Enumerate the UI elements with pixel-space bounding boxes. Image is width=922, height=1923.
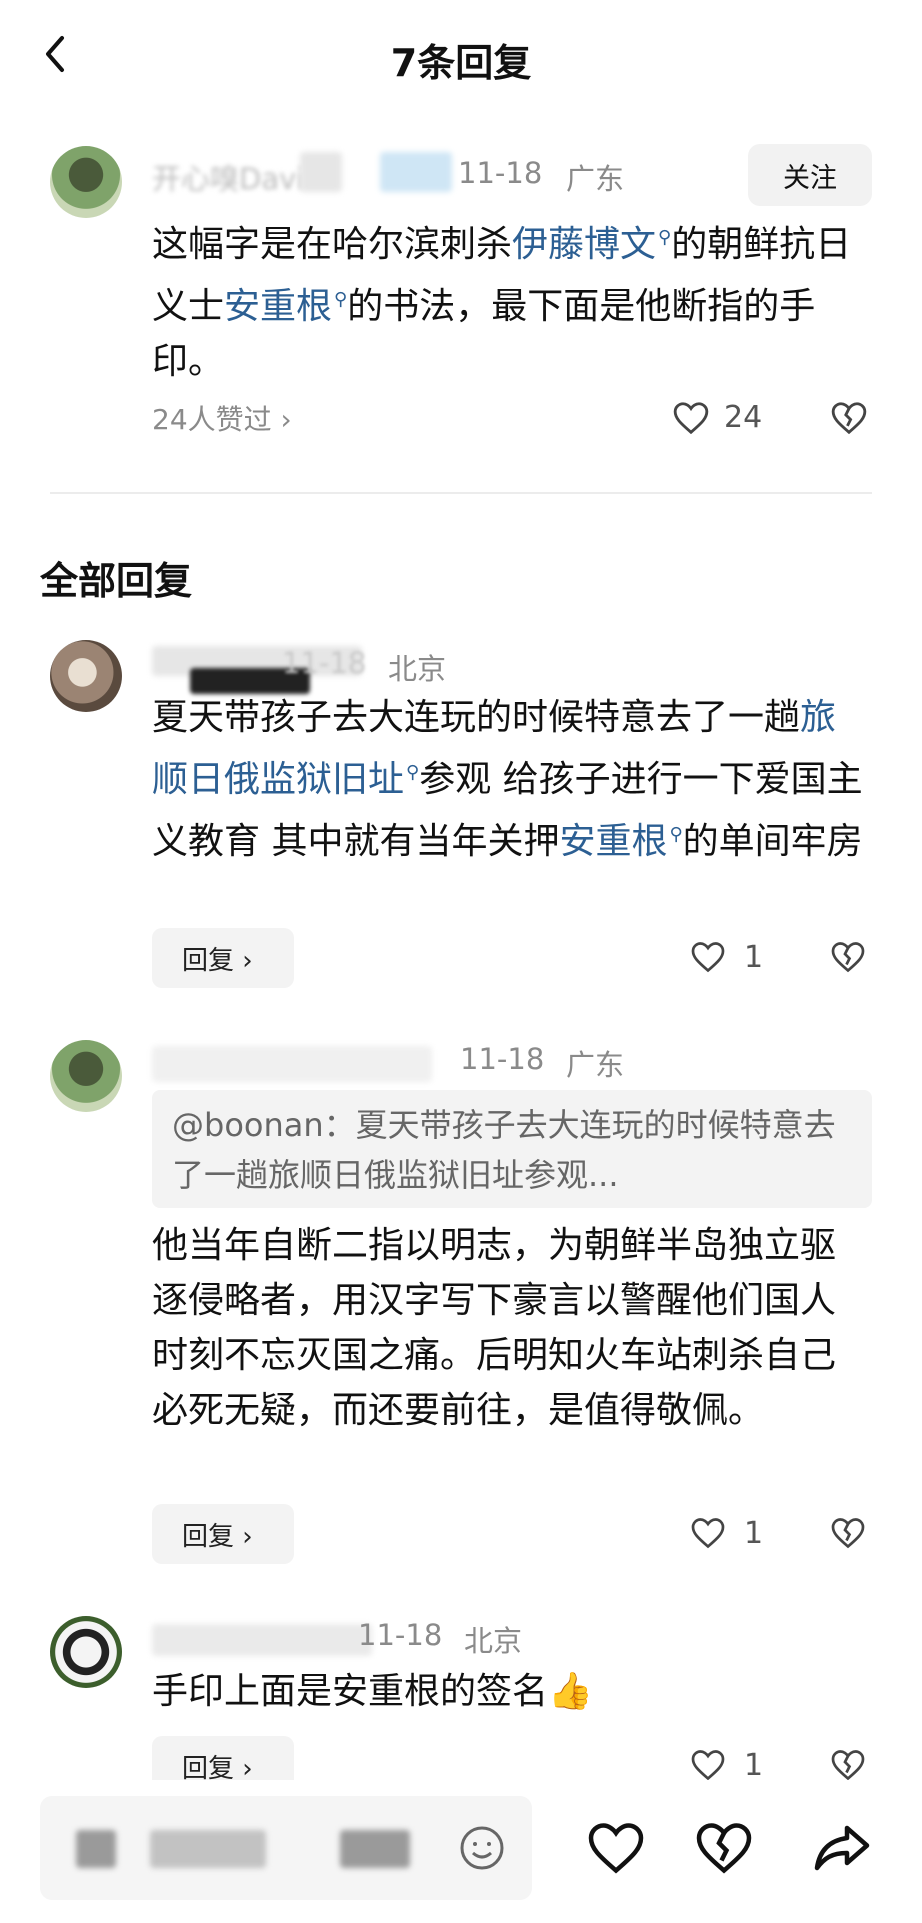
broken-heart-icon[interactable] [830,400,868,436]
heart-icon[interactable] [672,400,710,436]
like-count: 1 [744,940,764,975]
smiley-icon[interactable] [458,1824,506,1872]
like-count: 1 [744,1748,764,1783]
keyword-link[interactable]: 伊藤博文 ⚲ [512,224,671,265]
comment-location: 广东 [566,162,625,196]
likes-summary[interactable]: 24人赞过 › [152,398,292,438]
avatar[interactable] [50,1040,122,1112]
reply-button[interactable]: 回复 › [152,1504,294,1564]
keyword-link[interactable]: 安重根 ⚲ [224,286,347,327]
heart-icon[interactable] [690,1516,726,1550]
comment-text: 这幅字是在哈尔滨刺杀伊藤博文 ⚲的朝鲜抗日义士安重根 ⚲的书法，最下面是他断指的手印… [152,210,864,389]
reply-text: 手印上面是安重根的签名👍 [152,1664,864,1719]
heart-icon[interactable] [586,1820,646,1876]
share-arrow-icon[interactable] [812,1820,872,1876]
text-segment: 的单间牢房 [682,821,863,862]
broken-heart-icon[interactable] [830,1516,866,1550]
likes-summary-label: 24人赞过 [152,403,272,436]
link-text: 伊藤博文 [512,224,657,265]
top-nav-bar: 7条回复 [0,0,922,112]
avatar[interactable] [50,1616,122,1688]
placeholder-blur [340,1830,410,1868]
broken-heart-icon[interactable] [830,1748,866,1782]
like-count: 24 [724,400,763,435]
broken-heart-icon[interactable] [694,1820,754,1876]
quoted-reply[interactable]: @boonan：夏天带孩子去大连玩的时候特意去了一趟旅顺日俄监狱旧址参观... [152,1090,872,1208]
badge-blur [380,152,452,192]
search-icon: ⚲ [658,227,672,248]
bottom-action-bar [0,1780,922,1923]
reply-date: 11-18 [460,1042,545,1076]
reply-text-content: 手印上面是安重根的签名 [152,1671,549,1712]
follow-button[interactable]: 关注 [748,144,872,206]
avatar[interactable] [50,640,122,712]
reply-input[interactable] [40,1796,532,1900]
username[interactable]: 开心嗅Davi [152,156,304,198]
link-text: 安重根 [224,286,333,327]
link-text: 安重根 [559,821,668,862]
thumbs-up-emoji: 👍 [548,1671,593,1712]
placeholder-blur [76,1830,116,1868]
reply-date: 11-18 [282,646,367,680]
reply-label: 回复 [182,945,235,976]
heart-icon[interactable] [690,1748,726,1782]
reply-button[interactable]: 回复 › [152,928,294,988]
search-icon: ⚲ [406,762,420,783]
reply-location: 北京 [388,652,447,686]
reply-location: 广东 [566,1048,625,1082]
reply-label: 回复 [182,1521,235,1552]
keyword-link[interactable]: 安重根 ⚲ [559,821,682,862]
username-blur [152,1046,432,1082]
reply-text: 他当年自断二指以明志，为朝鲜半岛独立驱逐侵略者，用汉字写下豪言以警醒他们国人时刻… [152,1225,837,1431]
placeholder-blur [150,1830,266,1868]
username-blur [152,1624,372,1656]
like-count: 1 [744,1516,764,1551]
page-title: 7条回复 [390,41,532,85]
chevron-right-icon: › [280,403,292,436]
section-title: 全部回复 [40,559,193,603]
reply-text: 夏天带孩子去大连玩的时候特意去了一趟旅顺日俄监狱旧址 ⚲参观 给孩子进行一下爱国主… [152,690,864,869]
avatar[interactable] [50,146,122,218]
heart-icon[interactable] [690,940,726,974]
search-icon: ⚲ [334,289,348,310]
search-icon: ⚲ [669,824,683,845]
quote-text: @boonan：夏天带孩子去大连玩的时候特意去了一趟旅顺日俄监狱旧址参观... [172,1106,836,1194]
username-blur [300,152,342,192]
reply-label: 回复 [182,1753,235,1784]
divider [50,492,872,494]
text-segment: 这幅字是在哈尔滨刺杀 [152,224,513,265]
reply-date: 11-18 [358,1618,443,1652]
text-segment: 夏天带孩子去大连玩的时候特意去了一趟 [152,697,801,738]
reply-location: 北京 [464,1624,523,1658]
broken-heart-icon[interactable] [830,940,866,974]
comment-date: 11-18 [458,156,543,190]
